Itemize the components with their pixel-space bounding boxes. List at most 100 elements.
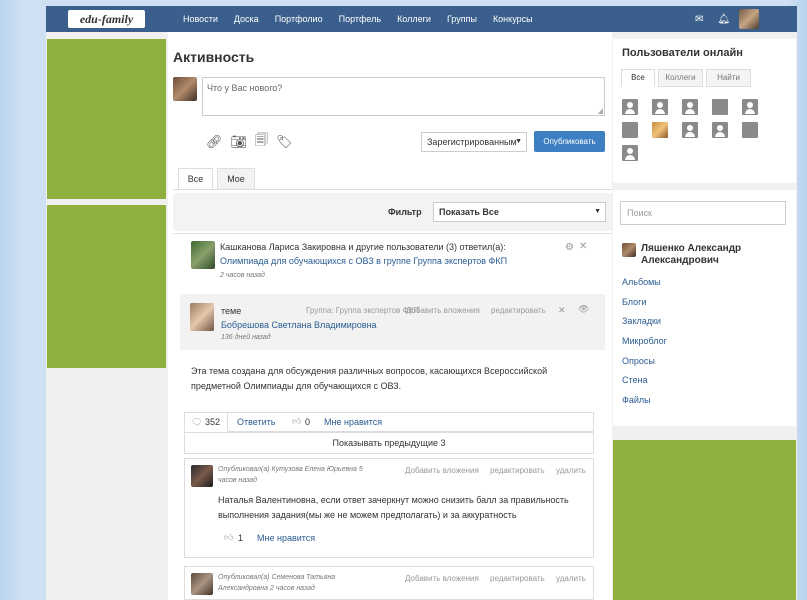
comment-meta-line2: часов назад [218, 477, 258, 484]
online-tab-find[interactable]: Найти [706, 69, 751, 87]
menu-wall[interactable]: Стена [622, 375, 648, 385]
online-tab-all[interactable]: Все [621, 69, 655, 87]
status-composer[interactable]: Что у Вас нового? ◢ [202, 77, 605, 116]
comment-icon: 🗨︎ [191, 417, 203, 427]
online-user[interactable] [712, 99, 728, 115]
comment-meta-line1: Опубликовал(а) Кутузова Елена Юрьевна 5 [218, 466, 363, 473]
nav-news[interactable]: Новости [183, 14, 218, 24]
left-banner-bottom [47, 205, 166, 368]
edit-link[interactable]: редактировать [490, 574, 545, 583]
eye-icon[interactable]: 👁︎ [578, 304, 589, 315]
delete-icon[interactable]: ✕ [558, 305, 566, 316]
author-avatar[interactable] [191, 241, 215, 269]
mail-icon[interactable]: ✉ [695, 14, 703, 25]
publish-button[interactable]: Опубликовать [534, 131, 605, 152]
left-banner-top [47, 39, 166, 199]
online-user[interactable] [622, 145, 638, 161]
tag-icon[interactable]: 🏷︎ [276, 134, 293, 150]
topic-author-name[interactable]: Бобрешова Светлана Владимировна [221, 320, 377, 330]
profile-name-line2[interactable]: Александрович [641, 255, 719, 266]
commenter-avatar[interactable] [191, 465, 213, 487]
menu-microblog[interactable]: Микроблог [622, 336, 667, 346]
filter-select[interactable]: Показать Все ▼ [433, 202, 606, 222]
reply-link[interactable]: Ответить [237, 417, 275, 427]
post-time: 2 часов назад [220, 272, 265, 279]
resize-handle-icon[interactable]: ◢ [598, 107, 603, 115]
thumbs-up-icon[interactable]: 👍︎ [292, 416, 301, 427]
tab-mine[interactable]: Мое [217, 168, 255, 190]
tab-all[interactable]: Все [178, 168, 213, 190]
delete-link[interactable]: удалить [556, 466, 586, 475]
nav-contests[interactable]: Конкурсы [493, 14, 533, 24]
menu-bookmarks[interactable]: Закладки [622, 316, 661, 326]
post-topic-link[interactable]: Олимпиада для обучающихся с ОВЗ в группе… [220, 256, 507, 266]
tab-divider [173, 189, 612, 190]
composer-tools: 🔗︎ 📷︎ 🗐 🏷︎ [206, 131, 293, 153]
add-attachments-link[interactable]: Добавить вложения [406, 306, 480, 315]
add-attachments-link[interactable]: Добавить вложения [405, 466, 479, 475]
menu-files[interactable]: Файлы [622, 395, 651, 405]
comment-like-link[interactable]: Мне нравится [257, 533, 315, 543]
topic-group[interactable]: Группа: Группа экспертов ФКП [306, 306, 419, 315]
edit-link[interactable]: редактировать [490, 466, 545, 475]
likes-count: 0 [305, 417, 311, 427]
topic-author-avatar[interactable] [190, 303, 214, 331]
close-icon[interactable]: ✕ [579, 241, 587, 252]
document-icon[interactable]: 🗐 [255, 131, 268, 153]
profile-name-line1[interactable]: Ляшенко Александр [641, 243, 741, 254]
post-summary: Кашканова Лариса Закировна и другие поль… [220, 242, 506, 252]
online-user[interactable] [682, 122, 698, 138]
top-navbar: edu-family Новости Доска Портфолио Портф… [46, 6, 797, 32]
composer-placeholder: Что у Вас нового? [207, 83, 283, 93]
comment-item [184, 566, 594, 600]
settings-icon[interactable]: ⚙ [565, 242, 574, 253]
thumbs-up-icon[interactable]: 👍︎ [224, 532, 233, 543]
menu-blogs[interactable]: Блоги [622, 297, 646, 307]
nav-briefcase[interactable]: Портфель [339, 14, 381, 24]
add-attachments-link[interactable]: Добавить вложения [405, 574, 479, 583]
online-user[interactable] [622, 122, 638, 138]
comment-likes-count: 1 [238, 533, 244, 543]
filter-label: Фильтр [388, 207, 422, 217]
online-user[interactable] [622, 99, 638, 115]
menu-polls[interactable]: Опросы [622, 356, 655, 366]
menu-albums[interactable]: Альбомы [622, 277, 661, 287]
delete-link[interactable]: удалить [556, 574, 586, 583]
site-logo[interactable]: edu-family [68, 10, 145, 28]
user-avatar[interactable] [739, 9, 759, 29]
comments-tab[interactable]: 🗨︎ 352 [184, 412, 228, 432]
online-tab-colleagues[interactable]: Коллеги [658, 69, 703, 87]
nav-colleagues[interactable]: Коллеги [397, 14, 431, 24]
topic-label: теме [221, 306, 242, 316]
bell-icon[interactable]: 🔔︎ [717, 14, 730, 25]
online-user[interactable] [742, 122, 758, 138]
nav-board[interactable]: Доска [234, 14, 259, 24]
online-users-title: Пользователи онлайн [622, 47, 743, 59]
main-nav: Новости Доска Портфолио Портфель Коллеги… [183, 6, 533, 32]
online-user[interactable] [682, 99, 698, 115]
online-user[interactable] [742, 99, 758, 115]
composer-avatar [173, 77, 197, 101]
chevron-down-icon: ▼ [515, 138, 522, 145]
edit-link[interactable]: редактировать [491, 306, 546, 315]
post-body-line2: предметной Олимпиады для обучающихся с О… [191, 381, 402, 391]
comment-meta-line1: Опубликовал(а) Семенова Татьяна [218, 574, 336, 581]
link-icon[interactable]: 🔗︎ [206, 134, 223, 150]
filter-value: Показать Все [439, 207, 499, 217]
like-link[interactable]: Мне нравится [324, 417, 382, 427]
nav-portfolio[interactable]: Портфолио [275, 14, 323, 24]
search-input[interactable]: Поиск [620, 201, 786, 225]
online-user[interactable] [652, 99, 668, 115]
profile-avatar[interactable] [622, 243, 636, 257]
commenter-avatar[interactable] [191, 573, 213, 595]
show-previous-button[interactable]: Показывать предыдущие 3 [184, 432, 594, 454]
camera-icon[interactable]: 📷︎ [231, 134, 248, 150]
visibility-value: Зарегистрированным [427, 137, 517, 147]
visibility-select[interactable]: Зарегистрированным ▼ [421, 132, 527, 152]
online-user[interactable] [652, 122, 668, 138]
online-users-panel [613, 39, 796, 183]
online-user[interactable] [712, 122, 728, 138]
page-title: Активность [173, 49, 255, 65]
comment-text-line2: выполнения задания(мы же не можем предпо… [218, 510, 517, 520]
nav-groups[interactable]: Группы [447, 14, 477, 24]
